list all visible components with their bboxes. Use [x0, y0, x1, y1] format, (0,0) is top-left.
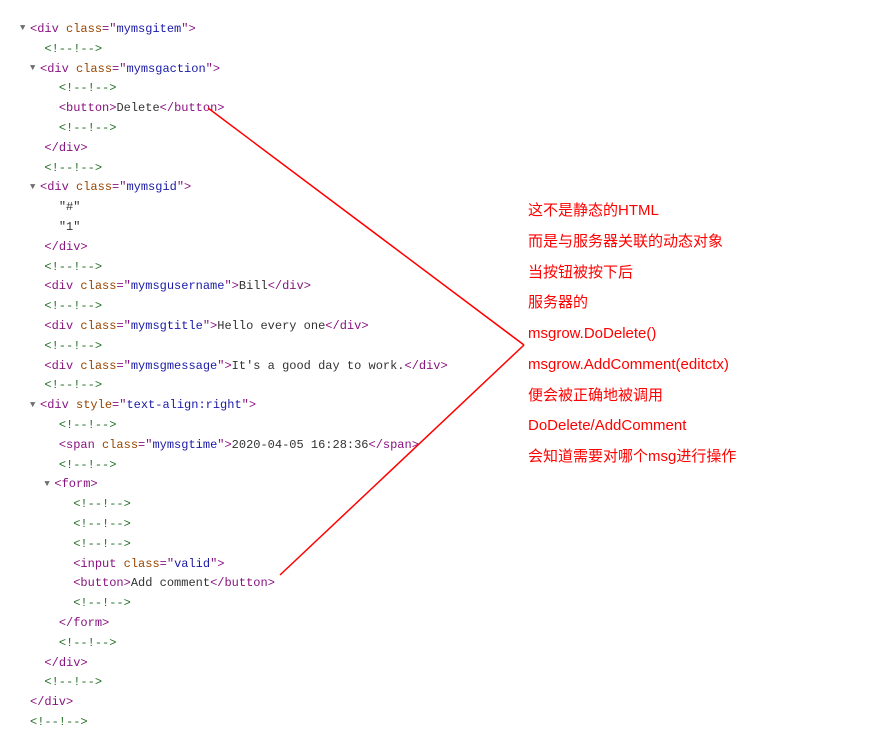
dom-line[interactable]: ▼ <input class="valid"> [20, 555, 896, 575]
dom-line[interactable]: ▼</div> [20, 693, 896, 713]
expand-toggle-icon[interactable]: ▼ [30, 61, 40, 76]
dom-line[interactable]: ▼ "1" [20, 218, 896, 238]
dom-line[interactable]: ▼ <!--!--> [20, 495, 896, 515]
dom-line[interactable]: ▼ <!--!--> [20, 119, 896, 139]
dom-line[interactable]: ▼ <!--!--> [20, 40, 896, 60]
annotation-line: msgrow.AddComment(editctx) [528, 350, 736, 381]
expand-toggle-icon[interactable]: ▼ [30, 180, 40, 195]
annotation-line: 会知道需要对哪个msg进行操作 [528, 442, 736, 473]
dom-line[interactable]: ▼▼<div class="mymsgaction"> [20, 60, 896, 80]
dom-line[interactable]: ▼ <!--!--> [20, 376, 896, 396]
expand-toggle-icon[interactable]: ▼ [44, 477, 54, 492]
dom-line[interactable]: ▼ <!--!--> [20, 634, 896, 654]
dom-line[interactable]: ▼ </div> [20, 238, 896, 258]
annotation-line: 这不是静态的HTML [528, 196, 736, 227]
dom-line[interactable]: ▼ <div class="mymsgtitle">Hello every on… [20, 317, 896, 337]
annotation-line: 而是与服务器关联的动态对象 [528, 227, 736, 258]
annotation-line: DoDelete/AddComment [528, 411, 736, 442]
dom-line[interactable]: ▼ <div class="mymsgusername">Bill</div> [20, 277, 896, 297]
annotation-line: 便会被正确地被调用 [528, 381, 736, 412]
dom-line[interactable]: ▼ "#" [20, 198, 896, 218]
dom-line[interactable]: ▼ ▼<form> [20, 475, 896, 495]
dom-line[interactable]: ▼ <!--!--> [20, 337, 896, 357]
dom-line[interactable]: ▼ <!--!--> [20, 258, 896, 278]
annotation-line: 服务器的 [528, 288, 736, 319]
dom-line[interactable]: ▼▼<div style="text-align:right"> [20, 396, 896, 416]
dom-line[interactable]: ▼ <span class="mymsgtime">2020-04-05 16:… [20, 436, 896, 456]
dom-line[interactable]: ▼<!--!--> [20, 713, 896, 733]
dom-line[interactable]: ▼ </div> [20, 654, 896, 674]
annotation-line: 当按钮被按下后 [528, 258, 736, 289]
dom-line-addcomment-button[interactable]: ▼ <button>Add comment</button> [20, 574, 896, 594]
dom-line[interactable]: ▼ <!--!--> [20, 594, 896, 614]
dom-line[interactable]: ▼ <!--!--> [20, 535, 896, 555]
dom-line[interactable]: ▼ <!--!--> [20, 416, 896, 436]
dom-line[interactable]: ▼ <!--!--> [20, 79, 896, 99]
dom-line[interactable]: ▼<div class="mymsgitem"> [20, 20, 896, 40]
dom-line[interactable]: ▼ <div class="mymsgmessage">It's a good … [20, 357, 896, 377]
dom-line[interactable]: ▼ </div> [20, 139, 896, 159]
expand-toggle-icon[interactable]: ▼ [20, 21, 30, 36]
dom-line[interactable]: ▼ <!--!--> [20, 515, 896, 535]
devtools-dom-tree: ▼<div class="mymsgitem"> ▼ <!--!--> ▼▼<d… [0, 0, 896, 733]
dom-line[interactable]: ▼ <!--!--> [20, 673, 896, 693]
dom-line[interactable]: ▼ <!--!--> [20, 159, 896, 179]
dom-line[interactable]: ▼ </form> [20, 614, 896, 634]
dom-line-delete-button[interactable]: ▼ <button>Delete</button> [20, 99, 896, 119]
expand-toggle-icon[interactable]: ▼ [30, 398, 40, 413]
annotation-text-block: 这不是静态的HTML 而是与服务器关联的动态对象 当按钮被按下后 服务器的 ms… [528, 196, 736, 473]
dom-line[interactable]: ▼▼<div class="mymsgid"> [20, 178, 896, 198]
annotation-line: msgrow.DoDelete() [528, 319, 736, 350]
dom-line[interactable]: ▼ <!--!--> [20, 297, 896, 317]
dom-line[interactable]: ▼ <!--!--> [20, 456, 896, 476]
